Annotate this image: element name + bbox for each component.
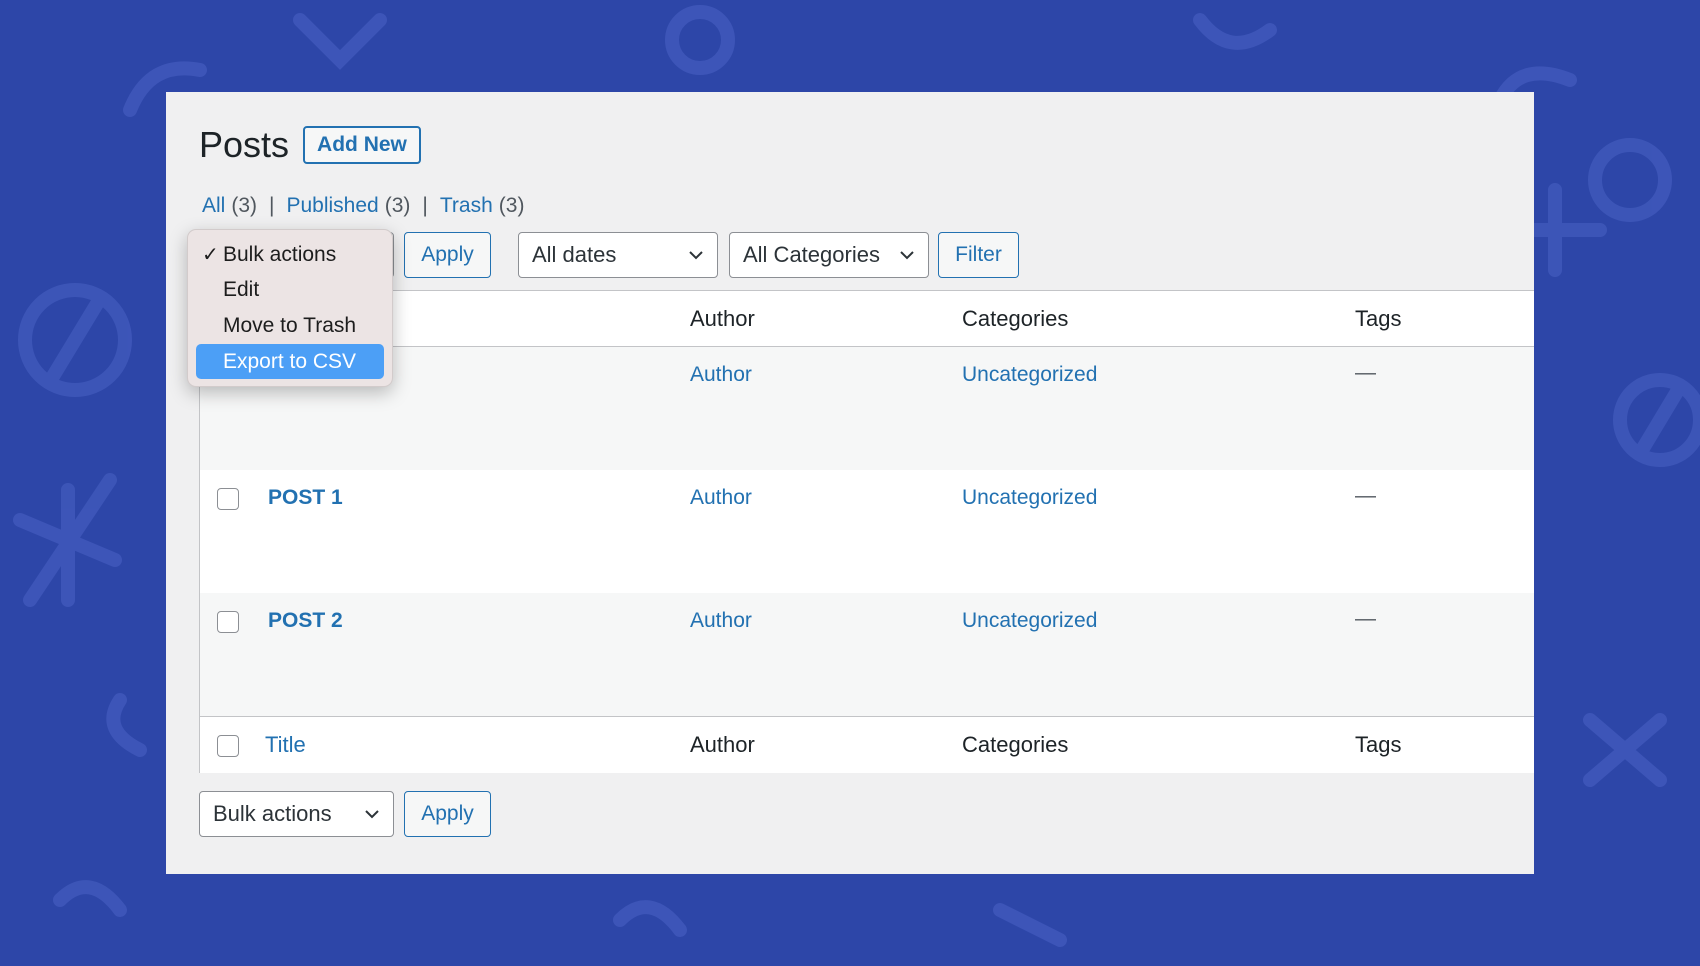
- chevron-down-icon: [365, 810, 379, 819]
- filter-separator: |: [269, 194, 275, 217]
- row-author-link[interactable]: Author: [690, 486, 752, 510]
- page-title: Posts: [199, 124, 290, 165]
- bulk-option-label: Edit: [223, 277, 260, 301]
- footer-author: Author: [690, 732, 755, 757]
- filter-separator: |: [422, 194, 428, 217]
- table-footer: Title Author Categories Tags: [200, 716, 1534, 773]
- apply-button-top[interactable]: Apply: [404, 232, 491, 278]
- table-row: Author Uncategorized —: [200, 347, 1534, 470]
- bulk-option-label: Export to CSV: [223, 349, 357, 373]
- bulk-option-bulk-actions[interactable]: ✓ Bulk actions: [196, 237, 384, 272]
- filter-trash-link[interactable]: Trash: [440, 194, 493, 218]
- filter-published-link[interactable]: Published: [286, 194, 378, 218]
- chevron-down-icon: [689, 251, 703, 260]
- select-all-checkbox-footer[interactable]: [217, 735, 239, 757]
- footer-categories: Categories: [962, 732, 1069, 757]
- checkmark-icon: ✓: [202, 244, 219, 266]
- posts-table: Author Categories Tags Author Uncategori…: [199, 290, 1534, 773]
- posts-panel: Posts Add New All (3) | Published (3) | …: [166, 92, 1534, 874]
- status-filter-links: All (3) | Published (3) | Trash (3): [202, 194, 524, 218]
- footer-title-sort[interactable]: Title: [265, 732, 306, 758]
- bulk-actions-select-value: Bulk actions: [213, 801, 332, 826]
- header-tags: Tags: [1355, 306, 1402, 331]
- bulk-option-export-to-csv[interactable]: Export to CSV: [196, 344, 384, 379]
- post-title-link[interactable]: POST 2: [268, 609, 343, 633]
- row-category-link[interactable]: Uncategorized: [962, 363, 1097, 387]
- bulk-actions-dropdown-menu: ✓ Bulk actions Edit Move to Trash Export…: [187, 229, 393, 387]
- categories-select-value: All Categories: [743, 242, 880, 267]
- row-author-link[interactable]: Author: [690, 609, 752, 633]
- row-tags: —: [1355, 607, 1376, 630]
- header-author[interactable]: Author: [690, 306, 755, 332]
- dates-select-value: All dates: [532, 242, 617, 267]
- header-categories: Categories: [962, 306, 1069, 331]
- bulk-option-label: Move to Trash: [223, 313, 357, 337]
- add-new-button[interactable]: Add New: [303, 126, 421, 164]
- post-title-link[interactable]: POST 1: [268, 486, 343, 510]
- bulk-option-move-to-trash[interactable]: Move to Trash: [196, 308, 384, 343]
- row-author-link[interactable]: Author: [690, 363, 752, 387]
- chevron-down-icon: [900, 251, 914, 260]
- row-tags: —: [1355, 361, 1376, 384]
- footer-tags: Tags: [1355, 732, 1402, 757]
- bulk-option-label: Bulk actions: [223, 242, 337, 266]
- bulk-option-edit[interactable]: Edit: [196, 272, 384, 307]
- table-header: Author Categories Tags: [200, 291, 1534, 347]
- row-category-link[interactable]: Uncategorized: [962, 486, 1097, 510]
- title-row: Posts Add New: [199, 124, 421, 166]
- row-checkbox[interactable]: [217, 488, 239, 510]
- filter-all-count: (3): [231, 194, 258, 217]
- dates-select[interactable]: All dates: [518, 232, 718, 278]
- bulk-actions-select-bottom[interactable]: Bulk actions: [199, 791, 394, 837]
- filter-button[interactable]: Filter: [938, 232, 1019, 278]
- table-row: POST 1 Author Uncategorized —: [200, 470, 1534, 593]
- row-category-link[interactable]: Uncategorized: [962, 609, 1097, 633]
- categories-select[interactable]: All Categories: [729, 232, 929, 278]
- row-tags: —: [1355, 484, 1376, 507]
- row-checkbox[interactable]: [217, 611, 239, 633]
- filter-published-count: (3): [384, 194, 411, 217]
- apply-button-bottom[interactable]: Apply: [404, 791, 491, 837]
- filter-all-link[interactable]: All: [202, 194, 225, 218]
- table-row: POST 2 Author Uncategorized —: [200, 593, 1534, 716]
- filter-trash-count: (3): [498, 194, 525, 217]
